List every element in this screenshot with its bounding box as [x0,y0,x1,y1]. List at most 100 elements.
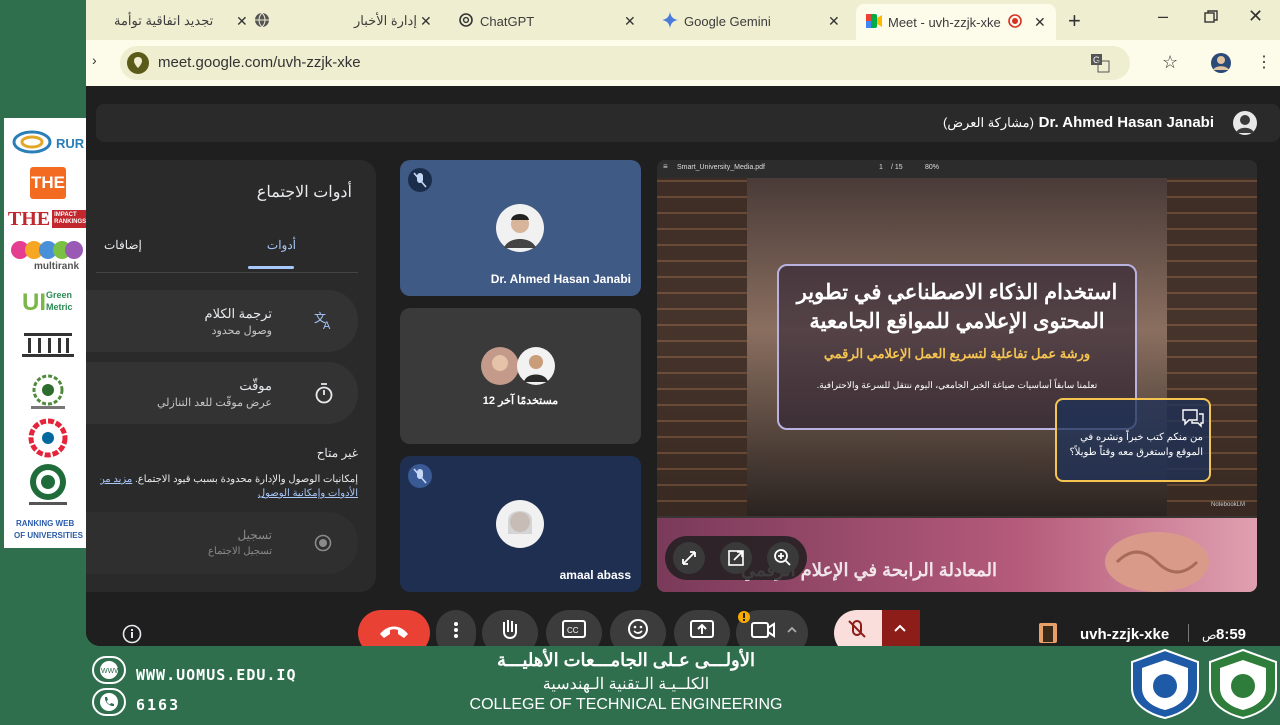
close-icon[interactable]: ✕ [236,13,248,30]
back-arrow-icon[interactable]: › [92,52,97,68]
svg-text:OF UNIVERSITIES: OF UNIVERSITIES [14,531,84,540]
bookmark-star-icon[interactable]: ☆ [1162,52,1178,73]
website-text: WWW.UOMUS.EDU.IQ [136,666,297,684]
rankings-logo-strip: RUR THE THE IMPACT RANKINGS multirank UI Gr… [4,118,89,548]
tab-title: Meet - uvh-zzjk-xke [888,14,1001,30]
banner-line1: الأولـــى عـلى الجامـــعات الأهليـــة [496,650,756,670]
tab-title: Google Gemini [684,13,771,29]
call-controls: CC uvh-zzjk-xke ص 8:59 [86,604,1280,646]
tab-gemini[interactable]: Google Gemini ✕ [662,6,842,36]
am-pm: ص [1202,628,1217,642]
university-emblem-logo [1128,648,1202,725]
participant-tile-others[interactable]: 12 مستخدمًا آخر [400,308,641,444]
svg-text:A: A [323,320,331,330]
restriction-notice: إمكانيات الوصول والإدارة محدودة بسبب قيو… [100,472,358,487]
meeting-code[interactable]: uvh-zzjk-xke [1080,626,1169,643]
divider [96,272,358,273]
the-logo: THE [10,166,86,200]
svg-text:WWW: WWW [101,668,121,675]
microphone-button[interactable] [834,610,920,646]
url-text[interactable]: meet.google.com/uvh-zzjk-xke [158,54,361,71]
captions-button[interactable]: CC [546,610,602,646]
panel-title: أدوات الاجتماع [256,184,352,201]
tab-twinning-agreement[interactable]: تجديد اتفاقية توأمة ✕ [106,6,248,36]
unavailable-heading: غير متاح [316,446,358,460]
svg-text:UI: UI [22,289,46,316]
presenter-bar: Dr. Ahmed Hasan Janabi (مشاركة العرض) [96,104,1280,142]
info-icon[interactable] [122,624,142,646]
sdg-logo [10,418,86,458]
menu-kebab-icon[interactable]: ⋮ [1256,52,1272,72]
speech-translation-item[interactable]: ترجمة الكلام وصول محدود 文A [86,290,358,352]
site-info-icon[interactable] [126,51,150,80]
tab-news-management[interactable]: إدارة الأخبار ✕ [254,6,434,36]
close-window-button[interactable]: ✕ [1248,6,1263,27]
mic-off-icon [408,168,432,197]
meet-icon [866,13,882,31]
svg-text:multirank: multirank [34,261,79,272]
present-button[interactable] [674,610,730,646]
ranking-web-logo: RANKING WEB OF UNIVERSITIES [10,516,86,544]
zoom-button[interactable] [767,542,799,574]
item-subtitle: تسجيل الاجتماع [207,546,272,557]
pdf-toolbar: ≡ Smart_University_Media.pdf 1 / 15 80% [657,160,1257,178]
menu-icon[interactable]: ≡ [663,162,668,171]
bubble-text: من منكم كتب خبراً ونشره في الموقع واستغر… [1069,432,1204,458]
pdf-zoom: 80% [925,164,940,171]
pdf-total: / 15 [891,164,903,171]
address-row: › meet.google.com/uvh-zzjk-xke G ☆ ⋮ [86,40,1280,86]
minimize-button[interactable]: – [1158,6,1168,27]
avatar [496,204,544,257]
brain-image [1097,522,1217,592]
end-call-button[interactable] [358,610,430,646]
raise-hand-button[interactable] [482,610,538,646]
learn-more-link[interactable]: مزيد من المعلومات [100,474,132,485]
timer-item[interactable]: موقّت عرض موقّت للعد التنازلي [86,362,358,424]
tab-title: تجديد اتفاقية توأمة [114,13,214,28]
slide-subtitle: ورشة عمل تفاعلية لتسريع العمل الإعلامي ا… [823,346,1091,361]
pdf-page: 1 [879,164,883,171]
university-banner: WWW WWW.UOMUS.EDU.IQ 6163 الأولـــى عـلى… [0,646,1280,720]
more-options-button[interactable] [436,610,476,646]
emoji-button[interactable] [610,610,666,646]
slide-title: استخدام الذكاء الاصطناعي في تطوير المحتو… [796,281,1118,333]
others-count: 12 مستخدمًا آخر [482,395,559,407]
tab-meet[interactable]: Meet - uvh-zzjk-xke ✕ [856,4,1056,40]
restore-button[interactable] [1204,10,1218,29]
profile-avatar[interactable] [1210,52,1232,79]
tab-tools[interactable]: أدوات [267,238,296,252]
meet-area: Dr. Ahmed Hasan Janabi (مشاركة العرض) أد… [86,86,1280,646]
new-tab-button[interactable]: + [1068,8,1081,34]
svg-text:G: G [1093,55,1100,65]
shared-presentation[interactable]: ≡ Smart_University_Media.pdf 1 / 15 80% … [657,160,1257,592]
pdf-filename: Smart_University_Media.pdf [677,164,765,171]
avatar [516,346,556,391]
phone-number: 6163 [136,696,181,714]
svg-text:RUR: RUR [56,136,85,151]
svg-text:Metric: Metric [46,302,73,312]
close-icon[interactable]: ✕ [1034,14,1046,31]
globe-icon [254,12,270,31]
accessibility-link[interactable]: الأدوات وإمكانية الوصول [258,488,358,499]
omnibox[interactable]: meet.google.com/uvh-zzjk-xke G [120,46,1130,80]
federation-arab-engineers-logo [10,462,86,508]
college-emblem-logo [1206,648,1280,725]
tab-chatgpt[interactable]: ChatGPT ✕ [458,6,638,36]
item-title: تسجيل [237,528,273,542]
open-new-window-button[interactable] [720,542,752,574]
browser-window: تجديد اتفاقية توأمة ✕ إدارة الأخبار ✕ Ch… [86,0,1280,646]
meeting-tools-panel: أدوات الاجتماع أدوات إضافات ترجمة الكلام… [86,160,376,592]
close-icon[interactable]: ✕ [624,13,636,30]
tab-addons[interactable]: إضافات [104,238,142,252]
meeting-icon [1038,622,1058,646]
close-icon[interactable]: ✕ [420,13,432,30]
participant-tile-amaal[interactable]: amaal abass [400,456,641,592]
fullscreen-button[interactable] [673,542,705,574]
close-icon[interactable]: ✕ [828,13,840,30]
participant-tile-presenter[interactable]: Dr. Ahmed Hasan Janabi [400,160,641,296]
warning-icon [738,610,750,629]
question-bubble: من منكم كتب خبراً ونشره في الموقع واستغر… [1055,398,1211,482]
timer-icon [314,382,334,409]
svg-text:CC: CC [567,626,579,635]
translate-icon[interactable]: G [1090,53,1110,78]
